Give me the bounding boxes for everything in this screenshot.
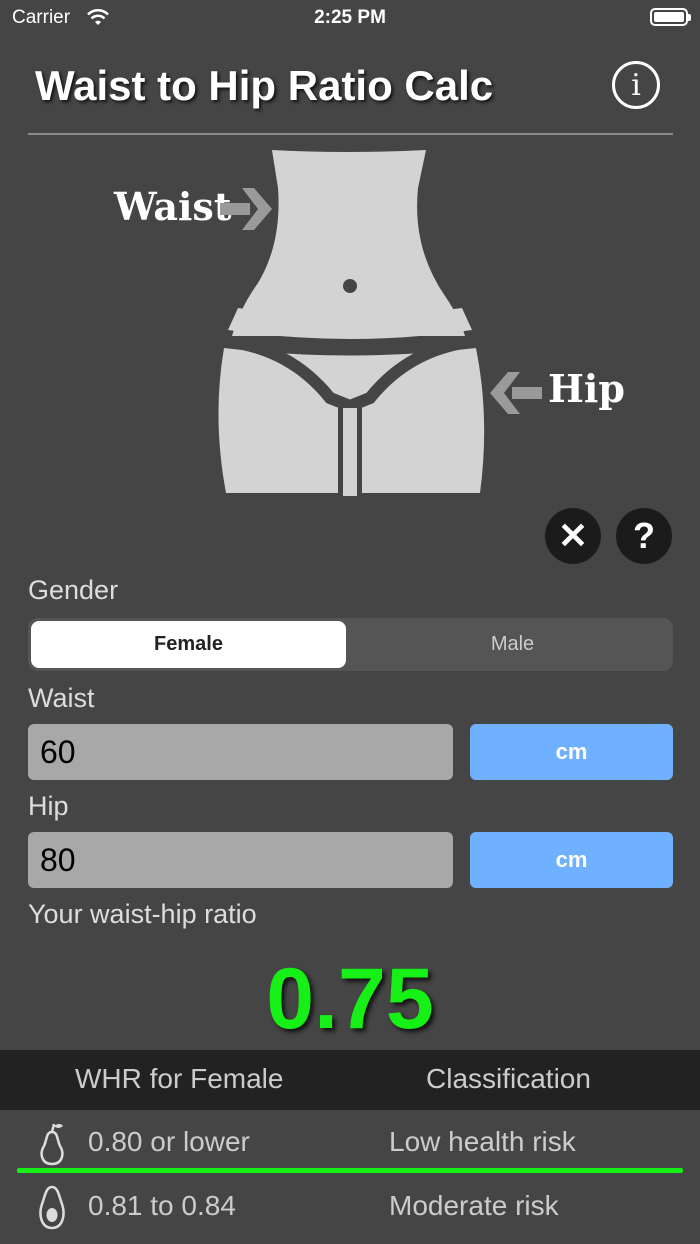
waist-figure-label: Waist — [114, 184, 232, 229]
waist-unit-button[interactable]: cm — [470, 724, 673, 780]
hip-unit-button[interactable]: cm — [470, 832, 673, 888]
battery-icon — [650, 8, 691, 26]
hip-input-label: Hip — [28, 791, 69, 821]
current-row-highlight — [17, 1168, 683, 1173]
row-classification: Moderate risk — [389, 1190, 559, 1221]
avocado-icon — [39, 1185, 65, 1230]
header-whr: WHR for Female — [75, 1063, 284, 1094]
row-classification: Low health risk — [389, 1126, 576, 1157]
info-button[interactable]: i — [612, 61, 660, 109]
ratio-value: 0.75 — [266, 951, 434, 1047]
table-row: 0.81 to 0.84 Moderate risk — [0, 1176, 700, 1238]
ratio-label: Your waist-hip ratio — [28, 899, 257, 929]
arrow-left-icon — [490, 372, 542, 414]
row-range: 0.81 to 0.84 — [88, 1190, 236, 1221]
waist-input[interactable]: 60 — [28, 724, 453, 780]
question-icon: ? — [633, 515, 655, 556]
row-range: 0.80 or lower — [88, 1126, 250, 1157]
segment-female[interactable]: Female — [31, 621, 346, 668]
hip-input[interactable]: 80 — [28, 832, 453, 888]
help-button[interactable]: ? — [616, 508, 672, 564]
info-icon: i — [631, 67, 641, 103]
arrow-right-icon — [220, 188, 272, 230]
waist-input-label: Waist — [28, 683, 95, 713]
table-header: WHR for Female Classification — [0, 1050, 700, 1110]
status-bar: Carrier 2:25 PM — [0, 0, 700, 40]
header-classification: Classification — [426, 1063, 591, 1094]
table-row: 0.80 or lower Low health risk — [0, 1112, 700, 1174]
close-icon: ✕ — [557, 515, 589, 556]
gender-label: Gender — [28, 575, 119, 605]
gender-segmented-control: Female Male — [28, 618, 673, 671]
status-time: 2:25 PM — [314, 7, 386, 28]
app-title: Waist to Hip Ratio Calc — [35, 62, 494, 109]
segment-male[interactable]: Male — [355, 621, 670, 668]
title-divider — [28, 133, 673, 135]
clear-button[interactable]: ✕ — [545, 508, 601, 564]
pear-icon — [40, 1123, 64, 1166]
hip-figure-label: Hip — [548, 366, 625, 411]
